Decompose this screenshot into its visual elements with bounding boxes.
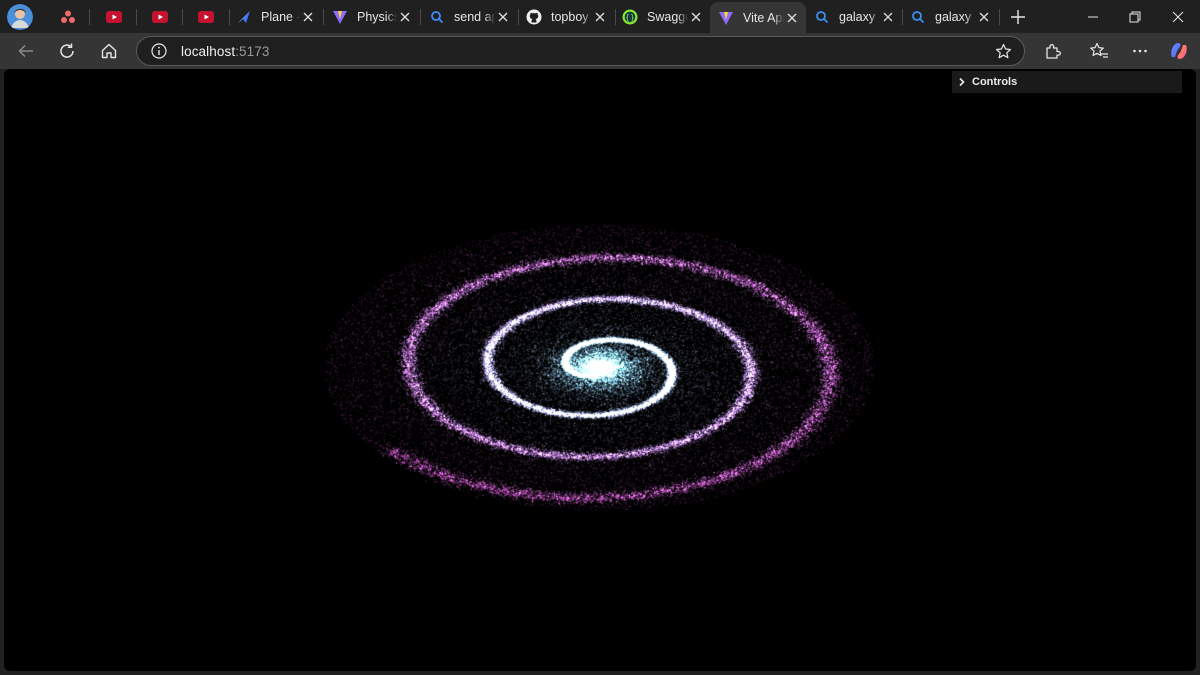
tab-youtube-1[interactable] [98,3,134,31]
close-icon[interactable] [784,10,800,26]
refresh-button[interactable] [53,37,81,65]
plane-icon [236,9,252,25]
tab-swagger[interactable]: {} Swagge [614,3,710,31]
home-button[interactable] [95,37,123,65]
close-window-button[interactable] [1156,0,1200,33]
tab-label: Vite App [743,10,784,25]
more-menu-button[interactable] [1126,37,1154,65]
tab-plane[interactable]: Plane - [228,3,322,31]
copilot-icon [1171,42,1187,60]
close-icon[interactable] [688,9,704,25]
back-button[interactable] [12,37,40,65]
profile-avatar[interactable] [7,4,33,30]
search-icon [429,9,445,25]
asana-icon [60,9,76,25]
plus-icon [1011,10,1025,24]
tab-label: topboy [551,10,589,24]
vite-icon [718,10,734,26]
search-icon [910,9,926,25]
url-port: :5173 [235,44,270,59]
tab-label: Swagge [647,10,688,24]
tab-strip: Plane - Physics send ap topboy {} Swagge… [0,0,1200,33]
tab-label: Plane - [261,10,300,24]
tab-separator [89,9,90,25]
tab-label: galaxy - [839,10,880,24]
chevron-right-icon [958,77,968,87]
home-icon [101,43,117,59]
tab-search-galaxy-2[interactable]: galaxy - [902,3,998,31]
browser-toolbar: localhost:5173 [0,33,1200,69]
copilot-button[interactable] [1165,37,1193,65]
arrow-left-icon [18,44,33,58]
favorites-button[interactable] [1085,37,1113,65]
tab-youtube-2[interactable] [144,3,180,31]
tab-asana[interactable] [52,3,86,31]
close-icon[interactable] [397,9,413,25]
tab-label: Physics [357,10,397,24]
restore-icon [1129,11,1141,22]
close-icon[interactable] [880,9,896,25]
address-bar[interactable]: localhost:5173 [136,36,1025,66]
controls-panel-header[interactable]: Controls [952,71,1182,93]
restore-button[interactable] [1113,0,1157,33]
close-icon[interactable] [592,9,608,25]
close-icon[interactable] [300,9,316,25]
minimize-icon [1088,16,1098,17]
svg-text:{}: {} [625,13,635,22]
favorites-icon [1090,42,1108,58]
vite-icon [332,9,348,25]
tab-label: galaxy - [935,10,976,24]
tab-label: send ap [454,10,495,24]
tab-search-galaxy-1[interactable]: galaxy - [806,3,902,31]
minimize-button[interactable] [1071,0,1115,33]
puzzle-icon [1046,44,1061,59]
youtube-icon [152,9,168,25]
new-tab-button[interactable] [1007,6,1029,28]
close-icon[interactable] [495,9,511,25]
tab-github[interactable]: topboy [518,3,614,31]
star-icon[interactable] [995,43,1012,60]
page-viewport[interactable]: Controls [4,69,1196,671]
tab-separator [182,9,183,25]
github-icon [526,9,542,25]
info-icon[interactable] [151,43,167,59]
url-text[interactable]: localhost:5173 [181,44,269,59]
close-icon [1172,11,1184,22]
close-icon[interactable] [976,9,992,25]
more-icon [1133,49,1147,53]
extensions-button[interactable] [1039,37,1067,65]
tab-search-send[interactable]: send ap [421,3,517,31]
tab-separator [136,9,137,25]
tab-separator [999,9,1000,25]
tab-youtube-3[interactable] [190,3,226,31]
search-icon [814,9,830,25]
swagger-icon: {} [622,9,638,25]
tab-vite-app-active[interactable]: Vite App [710,2,806,33]
youtube-icon [106,9,122,25]
galaxy-canvas[interactable] [4,69,1196,671]
youtube-icon [198,9,214,25]
controls-label: Controls [972,76,1018,88]
tab-physics[interactable]: Physics [324,3,419,31]
url-host: localhost [181,44,236,59]
refresh-icon [60,43,74,58]
